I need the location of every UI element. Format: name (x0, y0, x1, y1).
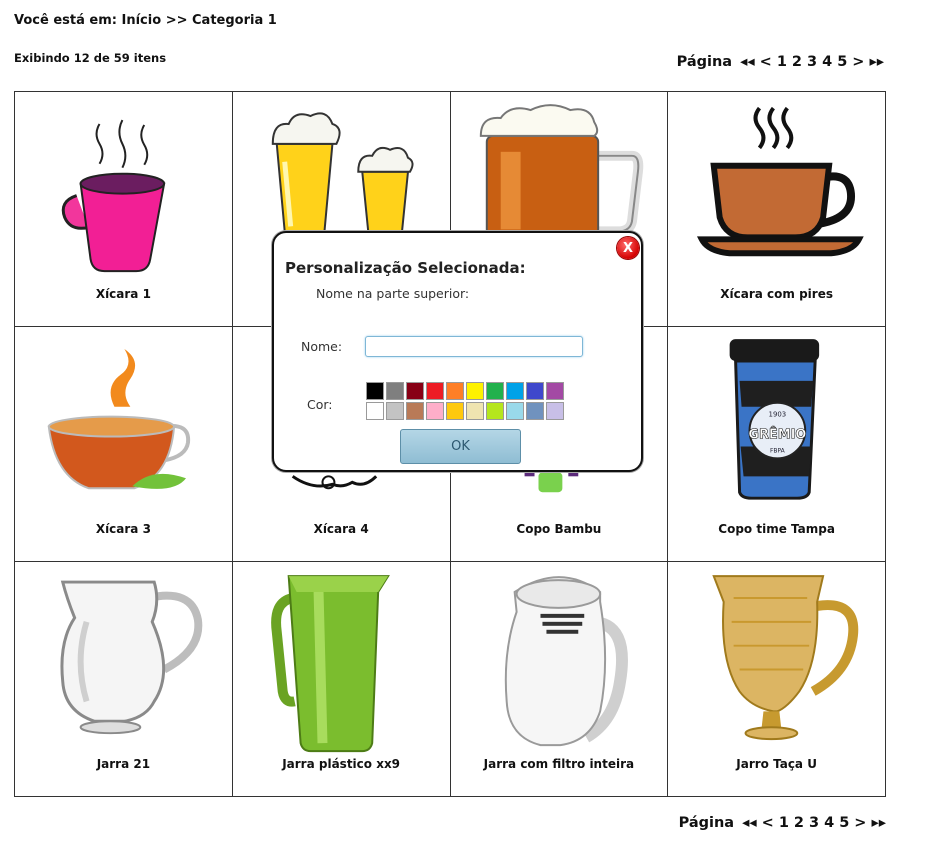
page-3-link[interactable]: 3 (807, 54, 817, 70)
product-name: Jarra com filtro inteira (483, 757, 635, 771)
tumbler-brand: GRÊMIO (749, 427, 807, 443)
product-card[interactable]: 1903 GRÊMIO FBPA Copo time Tampa (668, 327, 886, 562)
ok-button[interactable]: OK (400, 429, 521, 464)
color-swatch[interactable] (366, 402, 384, 420)
page-4-link[interactable]: 4 (824, 815, 834, 831)
breadcrumb-separator: >> (165, 13, 188, 28)
color-palette (366, 382, 564, 420)
page-2-link[interactable]: 2 (794, 815, 804, 831)
product-name: Copo Bambu (516, 522, 602, 536)
product-card[interactable]: Jarra com filtro inteira (450, 562, 669, 797)
prev-page-button[interactable]: < (762, 815, 774, 831)
product-card[interactable]: Xícara 1 (15, 92, 233, 327)
dialog-title: Personalização Selecionada: (285, 259, 526, 277)
color-swatch[interactable] (406, 382, 424, 400)
page-4-link[interactable]: 4 (822, 54, 832, 70)
product-name: Jarra plástico xx9 (282, 757, 401, 771)
color-swatch[interactable] (506, 402, 524, 420)
color-swatch[interactable] (546, 402, 564, 420)
color-swatch[interactable] (426, 382, 444, 400)
color-swatch[interactable] (406, 402, 424, 420)
page-2-link[interactable]: 2 (792, 54, 802, 70)
tumbler-small-text: FBPA (770, 447, 786, 454)
tumbler-number: 1903 (769, 411, 787, 419)
page-3-link[interactable]: 3 (809, 815, 819, 831)
next-page-button[interactable]: > (854, 815, 866, 831)
color-swatch[interactable] (546, 382, 564, 400)
first-page-button[interactable]: ◂◂ (742, 815, 757, 831)
color-swatch[interactable] (526, 382, 544, 400)
product-name: Xícara 4 (313, 522, 369, 536)
product-name: Xícara 1 (95, 287, 151, 301)
close-button[interactable]: X (617, 237, 639, 259)
product-card[interactable]: Xícara 3 (15, 327, 233, 562)
product-card[interactable]: Jarra plástico xx9 (232, 562, 451, 797)
pagination-top: Página ◂◂ < 1 2 3 4 5 > ▸▸ (677, 54, 884, 70)
color-swatch[interactable] (366, 382, 384, 400)
name-input[interactable] (365, 336, 583, 357)
product-card[interactable]: Jarra 21 (15, 562, 233, 797)
color-swatch[interactable] (386, 382, 404, 400)
product-name: Jarra 21 (96, 757, 151, 771)
breadcrumb-prefix: Você está em: (14, 13, 117, 28)
items-count: Exibindo 12 de 59 itens (14, 51, 167, 65)
product-card[interactable]: Jarro Taça U (668, 562, 886, 797)
color-swatch[interactable] (466, 382, 484, 400)
product-name: Copo time Tampa (718, 522, 835, 536)
first-page-button[interactable]: ◂◂ (740, 54, 755, 70)
last-page-button[interactable]: ▸▸ (869, 54, 884, 70)
pagination-label: Página (676, 54, 733, 70)
color-swatch[interactable] (446, 382, 464, 400)
product-name: Jarro Taça U (736, 757, 817, 771)
dialog-subtitle: Nome na parte superior: (316, 286, 470, 301)
prev-page-button[interactable]: < (760, 54, 772, 70)
next-page-button[interactable]: > (852, 54, 864, 70)
breadcrumb-current: Categoria 1 (192, 13, 277, 28)
color-swatch[interactable] (466, 402, 484, 420)
breadcrumb-home-link[interactable]: Início (122, 13, 162, 28)
last-page-button[interactable]: ▸▸ (871, 815, 886, 831)
page-5-link[interactable]: 5 (837, 54, 847, 70)
product-name: Xícara 3 (95, 522, 151, 536)
name-label: Nome: (301, 339, 343, 354)
breadcrumb: Você está em: Início >> Categoria 1 (14, 13, 277, 28)
page-1-link[interactable]: 1 (777, 54, 787, 70)
color-swatch[interactable] (486, 402, 504, 420)
page-5-link[interactable]: 5 (839, 815, 849, 831)
color-swatch[interactable] (426, 402, 444, 420)
product-card[interactable]: Xícara com pires (668, 92, 886, 327)
color-swatch[interactable] (506, 382, 524, 400)
pagination-label: Página (678, 815, 735, 831)
color-swatch[interactable] (526, 402, 544, 420)
color-swatch[interactable] (486, 382, 504, 400)
color-swatch[interactable] (446, 402, 464, 420)
personalization-dialog: X Personalização Selecionada: Nome na pa… (272, 231, 643, 472)
product-name: Xícara com pires (720, 287, 833, 301)
color-label: Cor: (307, 397, 333, 412)
page-1-link[interactable]: 1 (779, 815, 789, 831)
color-swatch[interactable] (386, 402, 404, 420)
pagination-bottom: Página ◂◂ < 1 2 3 4 5 > ▸▸ (679, 815, 886, 831)
